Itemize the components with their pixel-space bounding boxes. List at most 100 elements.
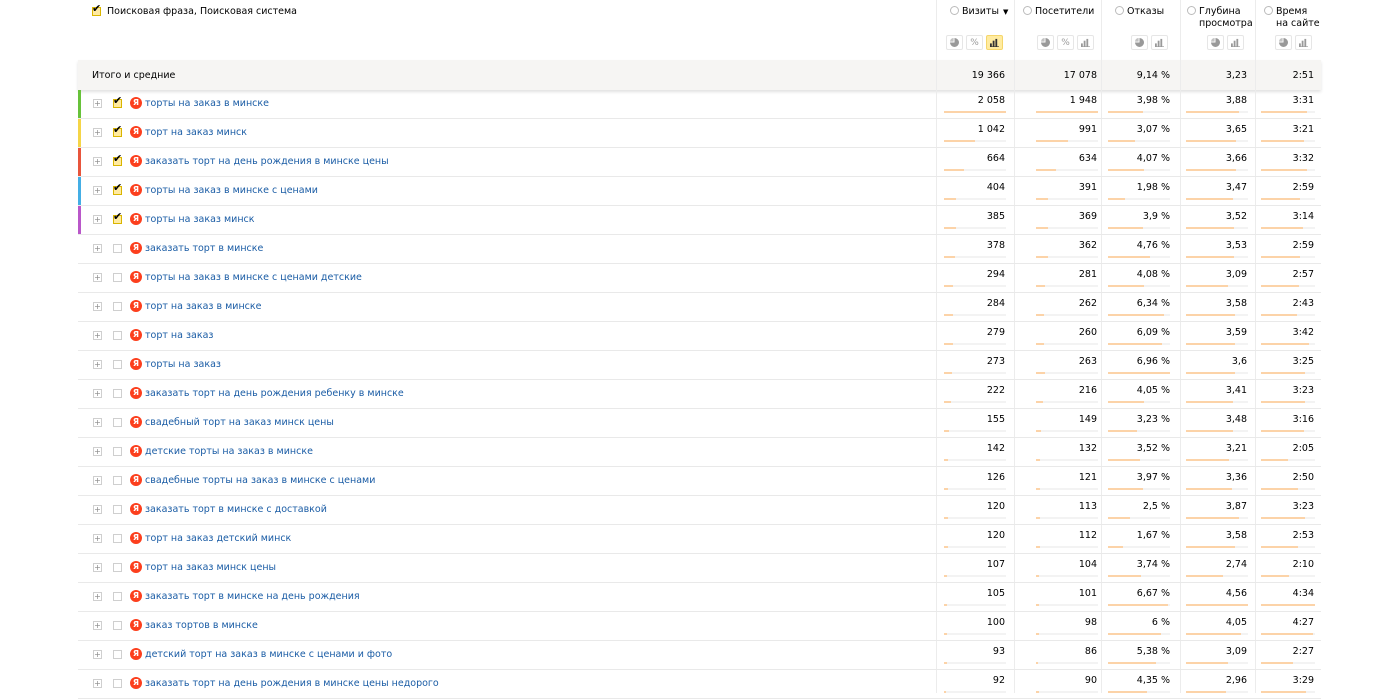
search-phrase-link[interactable]: заказать торт на день рождения в минске … [145,678,439,689]
row-checkbox[interactable] [113,505,122,514]
row-checkbox[interactable] [113,621,122,630]
search-phrase-link[interactable]: торт на заказ в минске [145,301,261,312]
expand-icon[interactable]: + [93,505,102,514]
value-bar-track [1036,198,1098,200]
expand-icon[interactable]: + [93,273,102,282]
expand-icon[interactable]: + [93,592,102,601]
row-checkbox[interactable] [113,563,122,572]
search-phrase-link[interactable]: заказать торт на день рождения в минске … [145,156,389,167]
row-checkbox[interactable] [113,360,122,369]
row-color-marker [78,119,81,147]
percent-icon[interactable]: % [966,35,983,50]
row-checkbox[interactable] [113,244,122,253]
value-bar-track [944,488,1006,490]
pie-chart-icon[interactable] [1275,35,1292,50]
expand-icon[interactable]: + [93,679,102,688]
pie-chart-icon[interactable] [1207,35,1224,50]
value-bar [1108,430,1137,432]
bar-chart-icon[interactable] [1077,35,1094,50]
expand-icon[interactable]: + [93,244,102,253]
bar-chart-icon[interactable] [1151,35,1168,50]
value-bar [1261,633,1313,635]
percent-icon[interactable]: % [1057,35,1074,50]
pie-chart-icon[interactable] [1131,35,1148,50]
row-checkbox[interactable] [113,273,122,282]
expand-icon[interactable]: + [93,186,102,195]
expand-icon[interactable]: + [93,215,102,224]
expand-icon[interactable]: + [93,621,102,630]
dimension-checkbox[interactable] [92,2,101,16]
column-header-4[interactable]: Глубина просмотра [1187,6,1253,30]
row-checkbox[interactable] [113,152,122,166]
row-checkbox[interactable] [113,389,122,398]
search-phrase-link[interactable]: заказать торт в минске с доставкой [145,504,327,515]
expand-icon[interactable]: + [93,389,102,398]
expand-icon[interactable]: + [93,447,102,456]
row-checkbox[interactable] [113,331,122,340]
sort-desc-icon[interactable]: ▼ [1003,8,1008,16]
column-header-2[interactable]: Посетители [1023,6,1094,18]
row-checkbox[interactable] [113,650,122,659]
search-phrase-link[interactable]: детские торты на заказ в минске [145,446,313,457]
row-checkbox[interactable] [113,302,122,311]
pie-chart-icon[interactable] [946,35,963,50]
search-phrase-link[interactable]: торты на заказ в минске с ценами детские [145,272,362,283]
search-phrase-link[interactable]: торты на заказ в минске с ценами [145,185,318,196]
row-checkbox[interactable] [113,123,122,137]
row-checkbox[interactable] [113,181,122,195]
column-radio[interactable] [1115,6,1124,15]
row-checkbox[interactable] [113,476,122,485]
search-phrase-link[interactable]: торты на заказ в минске [145,98,269,109]
column-header-5[interactable]: Время на сайте [1264,6,1320,30]
expand-icon[interactable]: + [93,302,102,311]
value-bar [1261,430,1304,432]
value-bar [1186,546,1235,548]
row-checkbox[interactable] [113,418,122,427]
row-checkbox[interactable] [113,592,122,601]
search-phrase-link[interactable]: торты на заказ минск [145,214,255,225]
row-checkbox[interactable] [113,679,122,688]
expand-icon[interactable]: + [93,534,102,543]
expand-icon[interactable]: + [93,360,102,369]
column-radio[interactable] [1023,6,1032,15]
row-checkbox[interactable] [113,534,122,543]
search-phrase-link[interactable]: свадебные торты на заказ в минске с цена… [145,475,375,486]
search-phrase-link[interactable]: торт на заказ [145,330,213,341]
column-header-1[interactable]: Визиты ▼ [950,6,1008,18]
bar-chart-icon[interactable] [1295,35,1312,50]
expand-icon[interactable]: + [93,650,102,659]
expand-icon[interactable]: + [93,563,102,572]
search-phrase-link[interactable]: торт на заказ детский минск [145,533,291,544]
row-value-2: 90 [1084,675,1097,686]
expand-icon[interactable]: + [93,99,102,108]
expand-icon[interactable]: + [93,157,102,166]
search-phrase-link[interactable]: торт на заказ минск [145,127,247,138]
pie-chart-icon[interactable] [1037,35,1054,50]
column-radio[interactable] [1264,6,1273,15]
expand-icon[interactable]: + [93,418,102,427]
dimension-header[interactable]: Поисковая фраза, Поисковая система [92,2,297,17]
search-phrase-link[interactable]: заказ тортов в минске [145,620,258,631]
column-header-3[interactable]: Отказы [1115,6,1164,18]
search-phrase-link[interactable]: торты на заказ [145,359,221,370]
value-bar [1261,285,1299,287]
column-radio[interactable] [1187,6,1196,15]
value-bar [944,256,955,258]
expand-icon[interactable]: + [93,331,102,340]
column-radio[interactable] [950,6,959,15]
row-checkbox[interactable] [113,94,122,108]
search-phrase-link[interactable]: заказать торт на день рождения ребенку в… [145,388,404,399]
value-bar-track [1036,517,1098,519]
value-bar [944,459,948,461]
expand-icon[interactable]: + [93,128,102,137]
row-checkbox[interactable] [113,210,122,224]
search-phrase-link[interactable]: свадебный торт на заказ минск цены [145,417,334,428]
search-phrase-link[interactable]: заказать торт в минске [145,243,263,254]
bar-chart-icon[interactable] [986,35,1003,50]
row-checkbox[interactable] [113,447,122,456]
expand-icon[interactable]: + [93,476,102,485]
bar-chart-icon[interactable] [1227,35,1244,50]
search-phrase-link[interactable]: заказать торт в минске на день рождения [145,591,360,602]
search-phrase-link[interactable]: торт на заказ минск цены [145,562,276,573]
search-phrase-link[interactable]: детский торт на заказ в минске с ценами … [145,649,392,660]
